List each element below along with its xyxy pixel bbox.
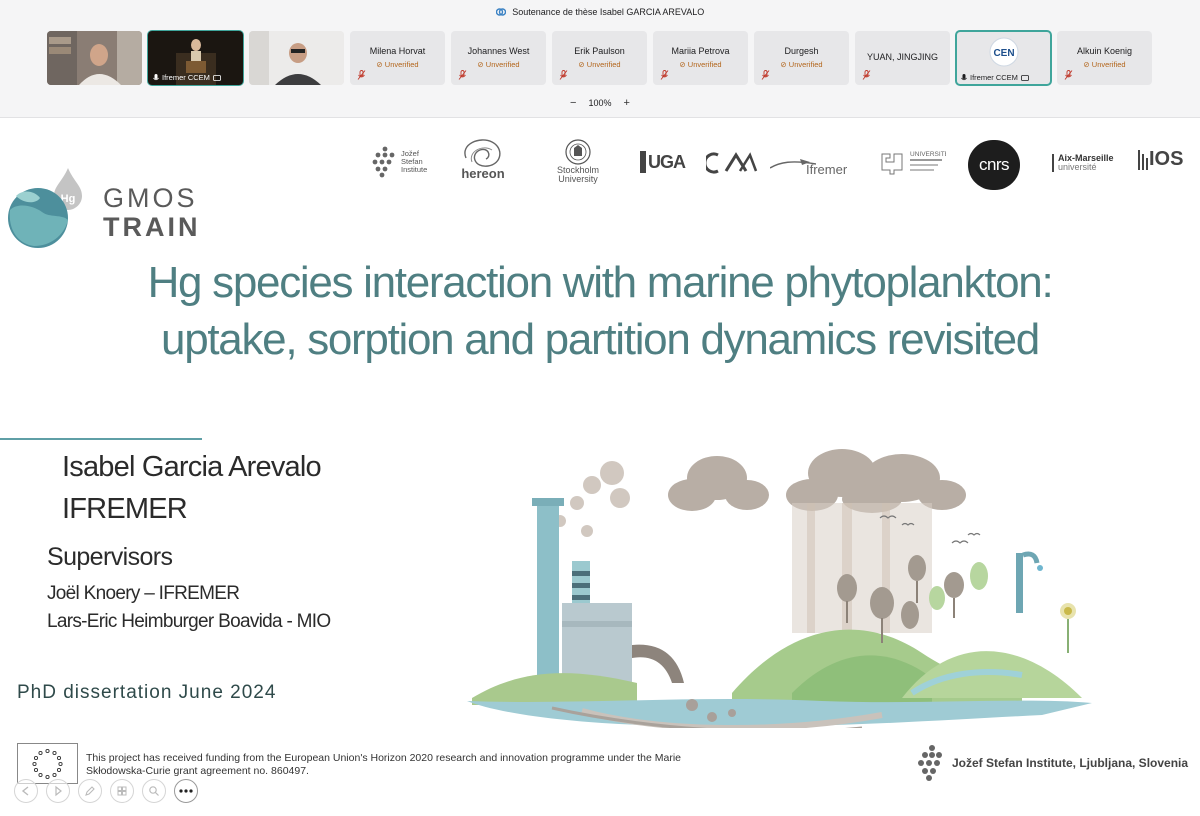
supervisor-item: Joël Knoery – IFREMER bbox=[47, 583, 240, 604]
slide-title: Hg species interaction with marine phyto… bbox=[147, 258, 1054, 364]
verification-status: ⊘ Unverified bbox=[780, 60, 823, 69]
jsi-dots-icon bbox=[372, 146, 395, 178]
universite-brest-logo: UNIVERSITÉ bbox=[881, 149, 946, 175]
slide-controls bbox=[14, 779, 198, 803]
participant-tile-ifremer-room[interactable]: Ifremer CCEM bbox=[147, 30, 244, 86]
svg-text:UNIVERSITÉ: UNIVERSITÉ bbox=[910, 149, 946, 158]
author-affiliation: IFREMER bbox=[62, 493, 188, 525]
zoom-controls: − 100% + bbox=[0, 97, 1200, 109]
search-icon bbox=[149, 786, 159, 796]
participant-video bbox=[47, 31, 142, 85]
mic-muted-icon bbox=[559, 70, 568, 80]
back-icon bbox=[21, 786, 29, 796]
author-name: Isabel Garcia Arevalo bbox=[62, 451, 322, 483]
pen-button[interactable] bbox=[78, 779, 102, 803]
verification-status: ⊘ Unverified bbox=[477, 60, 520, 69]
participant-name: Erik Paulson bbox=[574, 46, 625, 56]
window-title: Soutenance de thèse Isabel GARCIA AREVAL… bbox=[512, 7, 705, 17]
participant-tile-video-3[interactable] bbox=[249, 31, 344, 85]
participant-tile-video-1[interactable] bbox=[47, 31, 142, 85]
search-button[interactable] bbox=[142, 779, 166, 803]
mic-muted-icon bbox=[660, 70, 669, 80]
ifremer-logo: Ifremer bbox=[770, 152, 847, 177]
pollution-landscape-illustration bbox=[467, 449, 1092, 728]
meeting-window: Soutenance de thèse Isabel GARCIA AREVAL… bbox=[0, 0, 1200, 816]
hereon-logo: hereon bbox=[458, 136, 508, 181]
more-icon bbox=[179, 789, 193, 793]
jsi-footer-logo: Jožef Stefan Institute, Ljubljana, Slove… bbox=[918, 745, 1188, 781]
supervisors-list: Joël Knoery – IFREMER Lars-Eric Heimburg… bbox=[47, 580, 331, 636]
participant-label: Ifremer CCEM bbox=[153, 73, 221, 82]
screen-share-icon bbox=[213, 74, 221, 81]
shared-slide: Jožef Stefan Institute hereon Stockholm … bbox=[0, 118, 1200, 816]
window-title-row: Soutenance de thèse Isabel GARCIA AREVAL… bbox=[0, 7, 1200, 17]
eu-flag bbox=[17, 743, 78, 784]
participant-name: Milena Horvat bbox=[369, 46, 426, 56]
participant-strip: Ifremer CCEM Milena Horvat ⊘ Unverified bbox=[47, 30, 1152, 86]
funding-statement: This project has received funding from t… bbox=[86, 752, 682, 777]
participant-name: Johannes West bbox=[467, 46, 530, 56]
verification-status: ⊘ Unverified bbox=[578, 60, 621, 69]
pen-icon bbox=[85, 786, 95, 796]
participant-label: Ifremer CCEM bbox=[961, 73, 1029, 82]
verification-status: ⊘ Unverified bbox=[376, 60, 419, 69]
jsi-footer-text: Jožef Stefan Institute, Ljubljana, Slove… bbox=[952, 756, 1189, 770]
grid-button[interactable] bbox=[110, 779, 134, 803]
amu-logo: Aix-Marseille université bbox=[1052, 154, 1114, 172]
supervisor-item: Lars-Eric Heimburger Boavida - MIO bbox=[47, 611, 331, 632]
screen-share-icon bbox=[1021, 74, 1029, 81]
more-options-button[interactable] bbox=[174, 779, 198, 803]
supervisors-heading: Supervisors bbox=[47, 543, 173, 571]
cea-logo bbox=[706, 152, 758, 174]
meeting-app-icon bbox=[495, 8, 506, 16]
participant-tile-ifremer-logo[interactable]: CEN Ifremer CCEM bbox=[955, 30, 1052, 86]
hereon-swirl-icon bbox=[464, 139, 501, 167]
mic-icon bbox=[961, 73, 967, 80]
play-icon bbox=[55, 785, 62, 797]
uga-logo: UGA bbox=[640, 151, 686, 173]
mic-icon bbox=[153, 73, 159, 80]
participant-tile-durgesh[interactable]: Durgesh ⊘ Unverified bbox=[754, 31, 849, 85]
gmos-train-wordmark: GMOS TRAIN bbox=[103, 183, 201, 242]
participant-tile-yuan-jingjing[interactable]: YUAN, JINGJING bbox=[855, 31, 950, 85]
meeting-top-bar: Soutenance de thèse Isabel GARCIA AREVAL… bbox=[0, 0, 1200, 118]
stockholm-university-logo: Stockholm University bbox=[557, 138, 599, 184]
participant-name: Mariia Petrova bbox=[671, 46, 730, 56]
eu-stars-icon bbox=[32, 748, 63, 780]
verification-status: ⊘ Unverified bbox=[1083, 60, 1126, 69]
participant-name: Durgesh bbox=[784, 46, 819, 56]
mic-muted-icon bbox=[357, 70, 366, 80]
jsi-logo: Jožef Stefan Institute bbox=[372, 146, 427, 178]
verification-status: ⊘ Unverified bbox=[679, 60, 722, 69]
author-block: Isabel Garcia Arevalo IFREMER bbox=[62, 446, 322, 530]
ccem-logo-icon: CEN bbox=[989, 37, 1019, 67]
grid-icon bbox=[117, 786, 127, 796]
back-button[interactable] bbox=[14, 779, 38, 803]
jsi-dots-icon bbox=[918, 745, 942, 781]
participant-tile-johannes-west[interactable]: Johannes West ⊘ Unverified bbox=[451, 31, 546, 85]
zoom-in-button[interactable]: + bbox=[624, 97, 630, 109]
zoom-level: 100% bbox=[588, 98, 612, 108]
mic-muted-icon bbox=[862, 70, 871, 80]
mic-muted-icon bbox=[458, 70, 467, 80]
participant-name: YUAN, JINGJING bbox=[866, 52, 938, 62]
participant-tile-alkuin-koenig[interactable]: Alkuin Koenig ⊘ Unverified bbox=[1057, 31, 1152, 85]
mic-muted-icon bbox=[761, 70, 770, 80]
participant-tile-erik-paulson[interactable]: Erik Paulson ⊘ Unverified bbox=[552, 31, 647, 85]
zoom-out-button[interactable]: − bbox=[570, 97, 576, 109]
mic-muted-icon bbox=[1064, 70, 1073, 80]
stockholm-crest-icon bbox=[565, 139, 591, 165]
cnrs-logo: cnrs bbox=[968, 140, 1020, 190]
gmos-train-logo-icon: Hg bbox=[8, 168, 82, 248]
ios-logo: IOS bbox=[1138, 148, 1183, 171]
svg-text:CEN: CEN bbox=[993, 48, 1014, 59]
participant-tile-milena-horvat[interactable]: Milena Horvat ⊘ Unverified bbox=[350, 31, 445, 85]
dissertation-date: PhD dissertation June 2024 bbox=[17, 682, 277, 703]
participant-tile-mariia-petrova[interactable]: Mariia Petrova ⊘ Unverified bbox=[653, 31, 748, 85]
participant-video bbox=[249, 31, 344, 85]
ios-bars-icon bbox=[1138, 149, 1148, 170]
play-button[interactable] bbox=[46, 779, 70, 803]
author-divider bbox=[0, 438, 202, 440]
participant-name: Alkuin Koenig bbox=[1076, 46, 1133, 56]
